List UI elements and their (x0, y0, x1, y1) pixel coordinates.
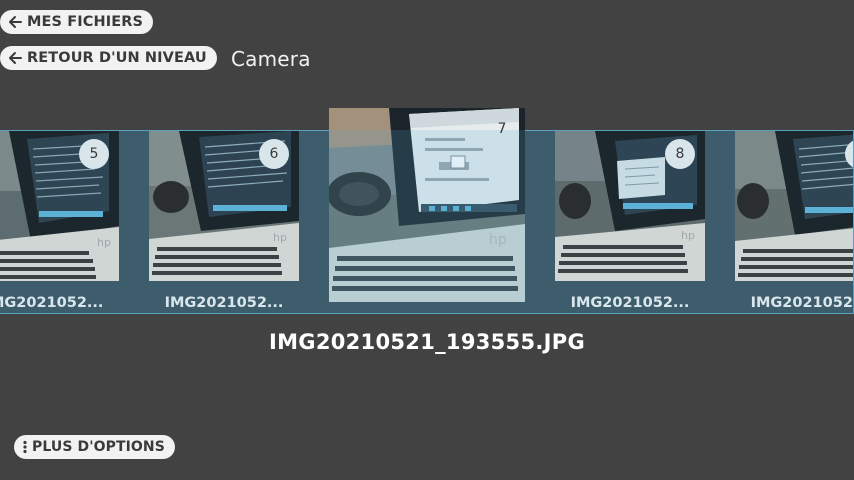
thumbnail-image (735, 131, 854, 281)
thumbnail-caption: IMG2021052... (570, 295, 690, 311)
thumbnail-item[interactable]: hp 6 IMG2021052... (149, 131, 299, 313)
up-one-level-button[interactable]: RETOUR D'UN NIVEAU (0, 46, 217, 70)
svg-text:hp: hp (489, 232, 507, 248)
selected-thumbnail[interactable]: hp 7 (329, 108, 525, 302)
arrow-left-icon (7, 14, 23, 30)
photo-viewer-app: MES FICHIERS RETOUR D'UN NIVEAU Camera h… (0, 0, 854, 480)
thumbnail-index-badge: 5 (79, 139, 109, 169)
svg-text:hp: hp (273, 231, 287, 244)
more-options-label: PLUS D'OPTIONS (32, 439, 165, 455)
folder-title: Camera (231, 47, 311, 71)
svg-text:hp: hp (681, 229, 695, 242)
up-one-level-label: RETOUR D'UN NIVEAU (27, 50, 207, 66)
thumbnail-index-badge: 6 (259, 139, 289, 169)
svg-text:hp: hp (97, 236, 111, 249)
more-options-button[interactable]: PLUS D'OPTIONS (14, 435, 175, 459)
thumbnail-item[interactable]: hp 8 IMG2021052... (555, 131, 705, 313)
thumbnail-caption: IMG2021052... (750, 295, 854, 311)
thumbnail-caption: IMG2021052... (0, 295, 104, 311)
thumbnail-item[interactable]: hp 5 IMG2021052... (0, 131, 119, 313)
thumbnail-caption: IMG2021052... (164, 295, 284, 311)
thumbnail-index-badge: 8 (665, 139, 695, 169)
arrow-left-icon (7, 50, 23, 66)
vertical-dots-icon (21, 439, 29, 455)
thumbnail-index-badge: 7 (497, 121, 507, 137)
thumbnail-item[interactable]: 9 IMG2021052... (735, 131, 854, 313)
my-files-label: MES FICHIERS (27, 14, 144, 30)
my-files-button[interactable]: MES FICHIERS (0, 10, 154, 34)
selected-file-name: IMG20210521_193555.JPG (268, 330, 586, 354)
